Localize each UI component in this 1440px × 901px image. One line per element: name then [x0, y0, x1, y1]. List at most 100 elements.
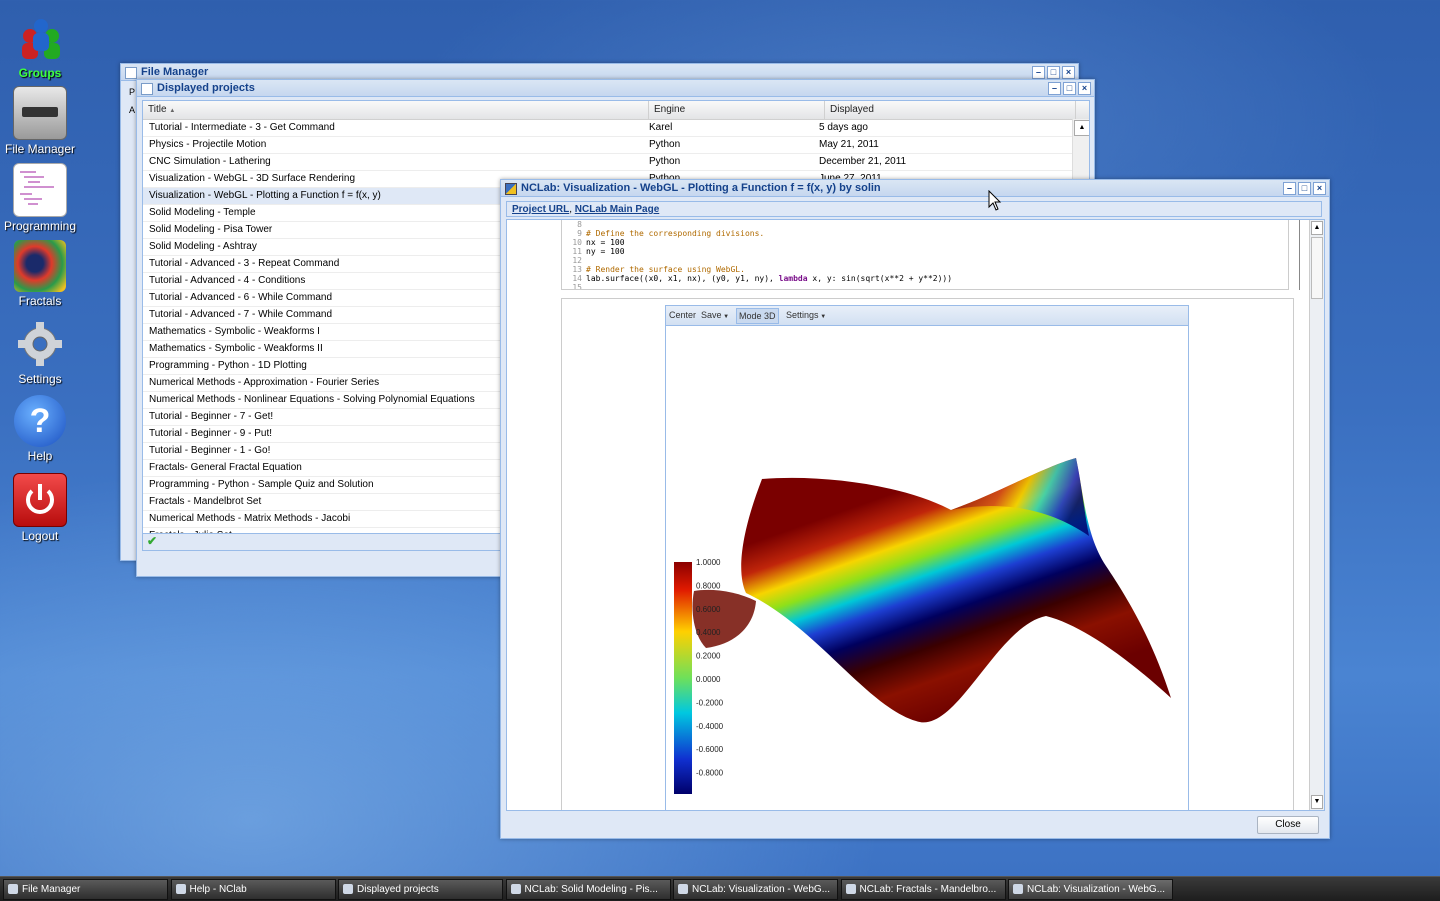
taskbar: File Manager Help - NClab Displayed projec… — [0, 876, 1440, 901]
minimize-button[interactable]: – — [1283, 182, 1296, 195]
minimize-button[interactable]: – — [1032, 66, 1045, 79]
file-manager-left-fragment: A — [129, 105, 136, 115]
table-row[interactable]: Physics - Projectile Motion Python May 21,… — [143, 137, 1089, 154]
gear-icon — [14, 318, 66, 370]
save-button[interactable]: Save ▼ — [701, 306, 729, 327]
window-icon — [845, 884, 856, 894]
nclab-main-page-link[interactable]: NCLab Main Page — [575, 204, 659, 215]
colorbar-tick-label: 1.0000 — [696, 558, 721, 567]
desktop-icon-help[interactable]: ? Help — [0, 395, 80, 463]
power-icon — [13, 473, 67, 527]
displayed-projects-titlebar[interactable]: Displayed projects – □ × — [137, 80, 1094, 97]
scroll-up-arrow-icon[interactable]: ▲ — [1074, 120, 1089, 136]
window-icon — [1013, 884, 1023, 894]
scroll-up-arrow-icon[interactable]: ▲ — [1311, 221, 1323, 235]
maximize-button[interactable]: □ — [1047, 66, 1060, 79]
cell-displayed: December 21, 2011 — [819, 156, 907, 167]
taskbar-button[interactable]: NCLab: Solid Modeling - Pis... — [505, 879, 671, 900]
window-icon — [678, 884, 688, 894]
column-header-displayed[interactable]: Displayed — [825, 101, 1076, 119]
cell-displayed: May 21, 2011 — [819, 139, 879, 150]
taskbar-button[interactable]: NCLab: Visualization - WebG... — [1008, 879, 1173, 900]
taskbar-label: File Manager — [22, 884, 81, 895]
taskbar-button[interactable]: NCLab: Visualization - WebG... — [673, 879, 838, 900]
project-url-link[interactable]: Project URL — [512, 204, 569, 215]
desktop-icon-programming[interactable]: Programming — [0, 163, 80, 233]
fractals-icon — [14, 240, 66, 292]
grid-header: Title ▲ Engine Displayed — [143, 101, 1089, 120]
scroll-thumb[interactable] — [1311, 237, 1323, 299]
center-button[interactable]: Center — [669, 306, 696, 325]
taskbar-label: Displayed projects — [357, 884, 439, 895]
column-header-title[interactable]: Title ▲ — [143, 101, 649, 119]
mode-3d-button[interactable]: Mode 3D — [736, 308, 779, 324]
taskbar-button[interactable]: Help - NClab — [170, 879, 336, 900]
webgl-viewer-frame: Center Save ▼ Mode 3D Settings ▼ 1.0000 … — [561, 298, 1294, 811]
close-button[interactable]: × — [1313, 182, 1326, 195]
dropdown-arrow-icon: ▼ — [721, 314, 730, 320]
colorbar-tick-label: -0.2000 — [696, 698, 724, 707]
desktop-icon-file-manager[interactable]: File Manager — [0, 86, 80, 156]
cell-title: CNC Simulation - Lathering — [149, 156, 271, 167]
sort-asc-icon: ▲ — [169, 108, 176, 114]
settings-menu-button[interactable]: Settings ▼ — [786, 306, 826, 327]
code-line: 12 — [572, 256, 582, 265]
window-icon — [343, 884, 353, 894]
taskbar-label: Help - NClab — [189, 884, 247, 895]
code-line: 14 lab.surface((x0, x1, nx), (y0, y1, ny)… — [572, 274, 953, 283]
desktop-icon-label: Help — [27, 449, 53, 463]
desktop-icon-fractals[interactable]: Fractals — [0, 240, 80, 308]
column-header-engine[interactable]: Engine — [649, 101, 825, 119]
desktop-icon-label: Programming — [3, 219, 77, 233]
cell-title: Physics - Projectile Motion — [149, 139, 267, 150]
nclab-window[interactable]: NCLab: Visualization - WebGL - Plotting … — [500, 179, 1330, 839]
minimize-button[interactable]: – — [1048, 82, 1061, 95]
taskbar-button[interactable]: NCLab: Fractals - Mandelbro... — [840, 879, 1006, 900]
content-scrollbar[interactable]: ▲ ▼ — [1309, 220, 1324, 810]
checkmark-icon[interactable]: ✔ — [147, 534, 157, 548]
code-line: 13 # Render the surface using WebGL. — [572, 265, 745, 274]
taskbar-button[interactable]: File Manager — [3, 879, 168, 900]
close-button[interactable]: × — [1062, 66, 1075, 79]
colorbar — [674, 562, 692, 794]
nclab-content: 8 9 # Define the corresponding divisions. 1… — [506, 219, 1325, 811]
desktop-icon-logout[interactable]: Logout — [0, 473, 80, 543]
file-manager-title-icon — [125, 67, 137, 79]
desktop-icon-settings[interactable]: Settings — [0, 318, 80, 386]
link-separator: , — [569, 204, 573, 215]
table-row[interactable]: CNC Simulation - Lathering Python December… — [143, 154, 1089, 171]
webgl-viewer[interactable]: Center Save ▼ Mode 3D Settings ▼ 1.0000 … — [665, 305, 1189, 811]
mouse-cursor-icon — [988, 190, 1002, 211]
colorbar-tick-label: 0.8000 — [696, 581, 721, 590]
code-editor[interactable]: 8 9 # Define the corresponding divisions. 1… — [561, 220, 1289, 290]
window-icon — [510, 884, 521, 894]
desktop-icon-label: Fractals — [18, 294, 62, 308]
viewer-toolbar: Center Save ▼ Mode 3D Settings ▼ — [666, 306, 1188, 326]
window-title: Displayed projects — [157, 82, 255, 94]
desktop-icon-groups[interactable]: Groups — [0, 12, 80, 80]
colorbar-tick-label: 0.4000 — [696, 628, 721, 637]
code-line: 15 — [572, 283, 582, 290]
table-row[interactable]: Tutorial - Intermediate - 3 - Get Comman… — [143, 120, 1089, 137]
programming-icon — [13, 163, 67, 217]
scroll-down-arrow-icon[interactable]: ▼ — [1311, 795, 1323, 809]
cell-engine: Python — [649, 139, 681, 150]
colorbar-tick-label: 0.0000 — [696, 675, 721, 684]
nclab-links-bar: Project URL, NCLab Main Page — [506, 201, 1322, 217]
taskbar-button[interactable]: Displayed projects — [338, 879, 503, 900]
maximize-button[interactable]: □ — [1063, 82, 1076, 95]
nclab-titlebar[interactable]: NCLab: Visualization - WebGL - Plotting … — [501, 180, 1329, 197]
code-line: 9 # Define the corresponding divisions. — [577, 229, 765, 238]
close-button[interactable]: × — [1078, 82, 1091, 95]
close-dialog-button[interactable]: Close — [1257, 816, 1319, 834]
taskbar-label: NCLab: Fractals - Mandelbro... — [859, 884, 997, 895]
surface-plot[interactable]: 1.0000 0.8000 0.6000 0.4000 0.2000 0.0000 -0.2… — [666, 326, 1188, 811]
taskbar-label: NCLab: Visualization - WebG... — [1027, 884, 1166, 895]
file-manager-left-fragment: P — [129, 87, 136, 97]
desktop-icon-label: Logout — [21, 529, 59, 543]
file-cabinet-icon — [13, 86, 67, 140]
maximize-button[interactable]: □ — [1298, 182, 1311, 195]
colorbar-tick-label: 0.2000 — [696, 652, 721, 661]
taskbar-label: NCLab: Solid Modeling - Pis... — [524, 884, 658, 895]
help-icon: ? — [14, 395, 66, 447]
